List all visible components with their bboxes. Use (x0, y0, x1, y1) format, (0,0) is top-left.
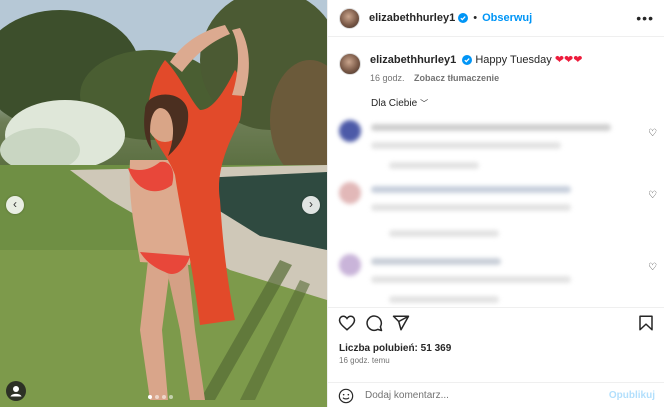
like-icon[interactable] (338, 314, 356, 337)
author-avatar[interactable] (339, 7, 360, 29)
comment-filter-dropdown[interactable]: Dla Ciebie ﹀ (371, 98, 428, 109)
caption-username[interactable]: elizabethhurley1 (370, 54, 456, 66)
post-side-panel: elizabethhurley1 • Obserwuj ••• elizabet… (327, 0, 664, 407)
carousel-indicator (148, 395, 173, 399)
comment-avatar (339, 254, 361, 276)
comment-item: ♡ (339, 120, 657, 170)
next-slide-button[interactable]: › (302, 196, 320, 214)
author-username[interactable]: elizabethhurley1 (369, 12, 455, 24)
carousel-dot (169, 395, 173, 399)
chevron-down-icon: ﹀ (420, 99, 429, 108)
like-comment-icon[interactable]: ♡ (648, 190, 657, 201)
likes-label: Liczba polubień: (339, 343, 418, 354)
caption-time: 16 godz. (370, 73, 405, 83)
carousel-dot (155, 395, 159, 399)
likes-count[interactable]: Liczba polubień: 51 369 (339, 343, 451, 354)
caption-verified-badge-icon (462, 55, 473, 65)
follow-button[interactable]: Obserwuj (482, 12, 532, 24)
tagged-users-button[interactable] (6, 381, 26, 401)
add-comment-bar: Opublikuj (328, 382, 664, 407)
comment-input[interactable] (365, 390, 595, 401)
post-caption: elizabethhurley1 Happy Tuesday ❤❤❤ 16 go… (339, 53, 654, 83)
user-icon (10, 386, 22, 397)
post-header: elizabethhurley1 • Obserwuj ••• (328, 0, 664, 37)
comment-filter-label: Dla Ciebie (371, 98, 418, 109)
carousel-dot (162, 395, 166, 399)
carousel-dot (148, 395, 152, 399)
like-comment-icon[interactable]: ♡ (648, 128, 657, 139)
post-photo[interactable]: ‹ › (0, 0, 327, 407)
comment-item: ♡ (339, 182, 657, 242)
translate-link[interactable]: Zobacz tłumaczenie (414, 73, 499, 83)
publish-comment-button[interactable]: Opublikuj (609, 390, 655, 401)
comment-avatar (339, 120, 361, 142)
post-actions: Liczba polubień: 51 369 16 godz. temu Op… (328, 307, 664, 407)
comment-avatar (339, 182, 361, 204)
comments-list: ♡ ♡ ♡ (328, 112, 664, 307)
header-separator: • (473, 12, 478, 24)
comment-icon[interactable] (365, 314, 383, 337)
save-bookmark-icon[interactable] (637, 314, 655, 337)
likes-number: 51 369 (420, 343, 452, 354)
previous-slide-button[interactable]: ‹ (6, 196, 24, 214)
like-comment-icon[interactable]: ♡ (648, 262, 657, 273)
comment-item: ♡ (339, 254, 657, 304)
caption-hearts: ❤❤❤ (554, 54, 583, 66)
emoji-icon[interactable] (338, 388, 354, 404)
more-options-icon[interactable]: ••• (636, 10, 654, 26)
post-timestamp[interactable]: 16 godz. temu (339, 356, 390, 365)
post-photo-illustration (0, 0, 327, 407)
caption-author-avatar[interactable] (339, 53, 361, 75)
share-icon[interactable] (392, 314, 410, 337)
verified-badge-icon (458, 13, 469, 23)
caption-text: Happy Tuesday (475, 54, 552, 66)
